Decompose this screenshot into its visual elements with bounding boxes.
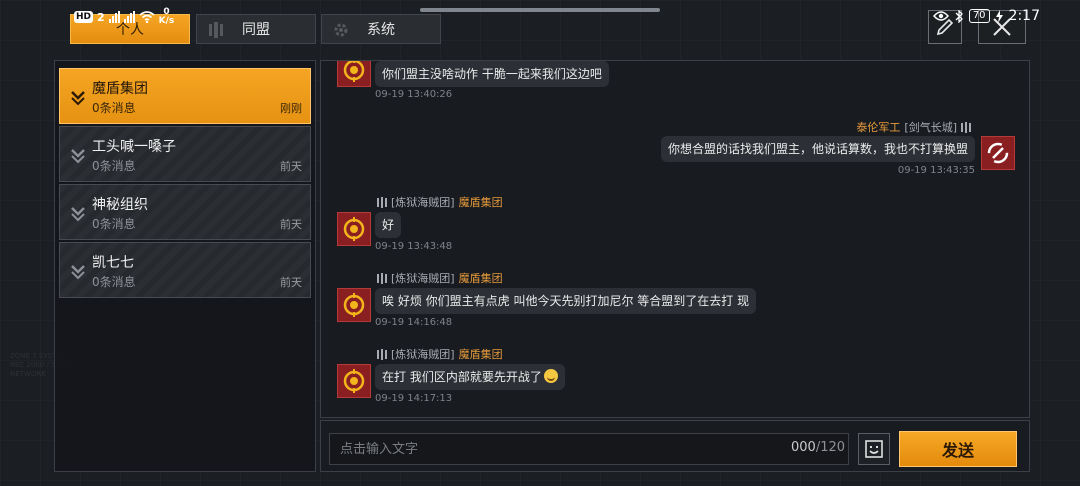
conversation-list: 魔盾集团 0条消息 刚刚 工头喊一嗓子 0条消息 前天 神秘组织 0条消息 前天… — [54, 60, 316, 472]
send-button[interactable]: 发送 — [899, 431, 1017, 467]
message-time: 09-19 14:16:48 — [375, 317, 453, 328]
char-counter: 000/120 — [791, 440, 846, 455]
shield-emblem-icon — [343, 293, 365, 317]
conversation-item[interactable]: 神秘组织 0条消息 前天 — [59, 184, 311, 240]
shield-emblem-icon — [343, 369, 365, 393]
chevron-down-icon — [71, 207, 85, 222]
tab-system-label: 系统 — [367, 22, 395, 38]
gear-icon — [334, 23, 348, 37]
edit-button[interactable] — [928, 10, 962, 44]
message-count: 0条消息 — [92, 159, 136, 173]
message-bubble: 好 — [375, 212, 402, 238]
sender-line: [炼狱海贼团] 魔盾集团 — [377, 194, 503, 210]
tab-alliance[interactable]: 同盟 — [196, 14, 316, 44]
rank-icon — [377, 348, 387, 360]
conversation-item[interactable]: 工头喊一嗓子 0条消息 前天 — [59, 126, 311, 182]
rank-icon — [377, 272, 387, 284]
sender-name: 魔盾集团 — [458, 196, 503, 209]
conversation-item[interactable]: 魔盾集团 0条消息 刚刚 — [59, 68, 311, 124]
shield-emblem-icon — [343, 61, 365, 82]
message-bubble: 在打 我们区内部就要先开战了 — [375, 364, 565, 390]
alliance-emblem-icon — [987, 142, 1009, 164]
conversation-name: 凯七七 — [92, 255, 134, 271]
message-time: 09-19 13:43:35 — [897, 165, 975, 176]
emoji-button[interactable] — [858, 433, 890, 465]
shield-emblem-icon — [343, 217, 365, 241]
message-count: 0条消息 — [92, 217, 136, 231]
sender-line: [炼狱海贼团] 魔盾集团 — [377, 270, 503, 286]
conversation-time: 前天 — [280, 218, 302, 231]
conversation-time: 前天 — [280, 160, 302, 173]
conversation-name: 工头喊一嗓子 — [92, 139, 176, 155]
chat-panel[interactable]: 你们盟主没啥动作 干脆一起来我们这边吧 09-19 13:40:26 泰伦军工 … — [320, 60, 1030, 418]
sender-name: 泰伦军工 — [856, 121, 901, 134]
message-input[interactable] — [329, 433, 849, 465]
chevron-down-icon — [71, 265, 85, 280]
sender-name: 魔盾集团 — [458, 348, 503, 361]
message-count: 0条消息 — [92, 101, 136, 115]
smiley-icon — [865, 440, 883, 458]
grin-emoji-icon — [543, 369, 558, 383]
chevron-down-icon — [71, 91, 85, 106]
message-bubble: 唉 好烦 你们盟主有点虎 叫他今天先别打加尼尔 等合盟到了在去打 现 — [375, 288, 757, 314]
sender-name: 魔盾集团 — [458, 272, 503, 285]
message-time: 09-19 13:43:48 — [375, 241, 453, 252]
pull-handle — [420, 8, 660, 12]
message-time: 09-19 13:40:26 — [375, 89, 453, 100]
tab-alliance-label: 同盟 — [242, 22, 270, 38]
chevron-down-icon — [71, 149, 85, 164]
tab-personal[interactable]: 个人 — [70, 14, 190, 44]
sender-guild: [炼狱海贼团] — [391, 196, 455, 209]
rank-icon — [961, 121, 971, 133]
sender-line: [炼狱海贼团] 魔盾集团 — [377, 346, 503, 362]
message-bubble: 你们盟主没啥动作 干脆一起来我们这边吧 — [375, 61, 609, 87]
pencil-icon — [936, 18, 954, 36]
avatar[interactable] — [337, 364, 371, 398]
conversation-item[interactable]: 凯七七 0条消息 前天 — [59, 242, 311, 298]
tab-system[interactable]: 系统 — [321, 14, 441, 44]
close-button[interactable] — [978, 10, 1026, 44]
tab-personal-label: 个人 — [116, 22, 144, 38]
input-bar: 000/120 发送 — [320, 420, 1030, 472]
message-text: 在打 我们区内部就要先开战了 — [382, 370, 542, 384]
message-count: 0条消息 — [92, 275, 136, 289]
message-time: 09-19 14:17:13 — [375, 393, 453, 404]
sender-guild: [炼狱海贼团] — [391, 348, 455, 361]
alliance-icon — [209, 22, 223, 38]
close-icon — [993, 18, 1011, 36]
message-bubble: 你想合盟的话找我们盟主，他说话算数，我也不打算换盟 — [660, 136, 975, 162]
rank-icon — [377, 196, 387, 208]
conversation-time: 刚刚 — [280, 102, 302, 115]
sender-guild: [炼狱海贼团] — [391, 272, 455, 285]
avatar[interactable] — [337, 61, 371, 87]
conversation-name: 魔盾集团 — [92, 81, 148, 97]
avatar[interactable] — [337, 288, 371, 322]
avatar[interactable] — [981, 136, 1015, 170]
sender-guild: [剑气长城] — [904, 121, 957, 134]
conversation-name: 神秘组织 — [92, 197, 148, 213]
avatar[interactable] — [337, 212, 371, 246]
conversation-time: 前天 — [280, 276, 302, 289]
sender-line: 泰伦军工 [剑气长城] — [856, 119, 971, 135]
